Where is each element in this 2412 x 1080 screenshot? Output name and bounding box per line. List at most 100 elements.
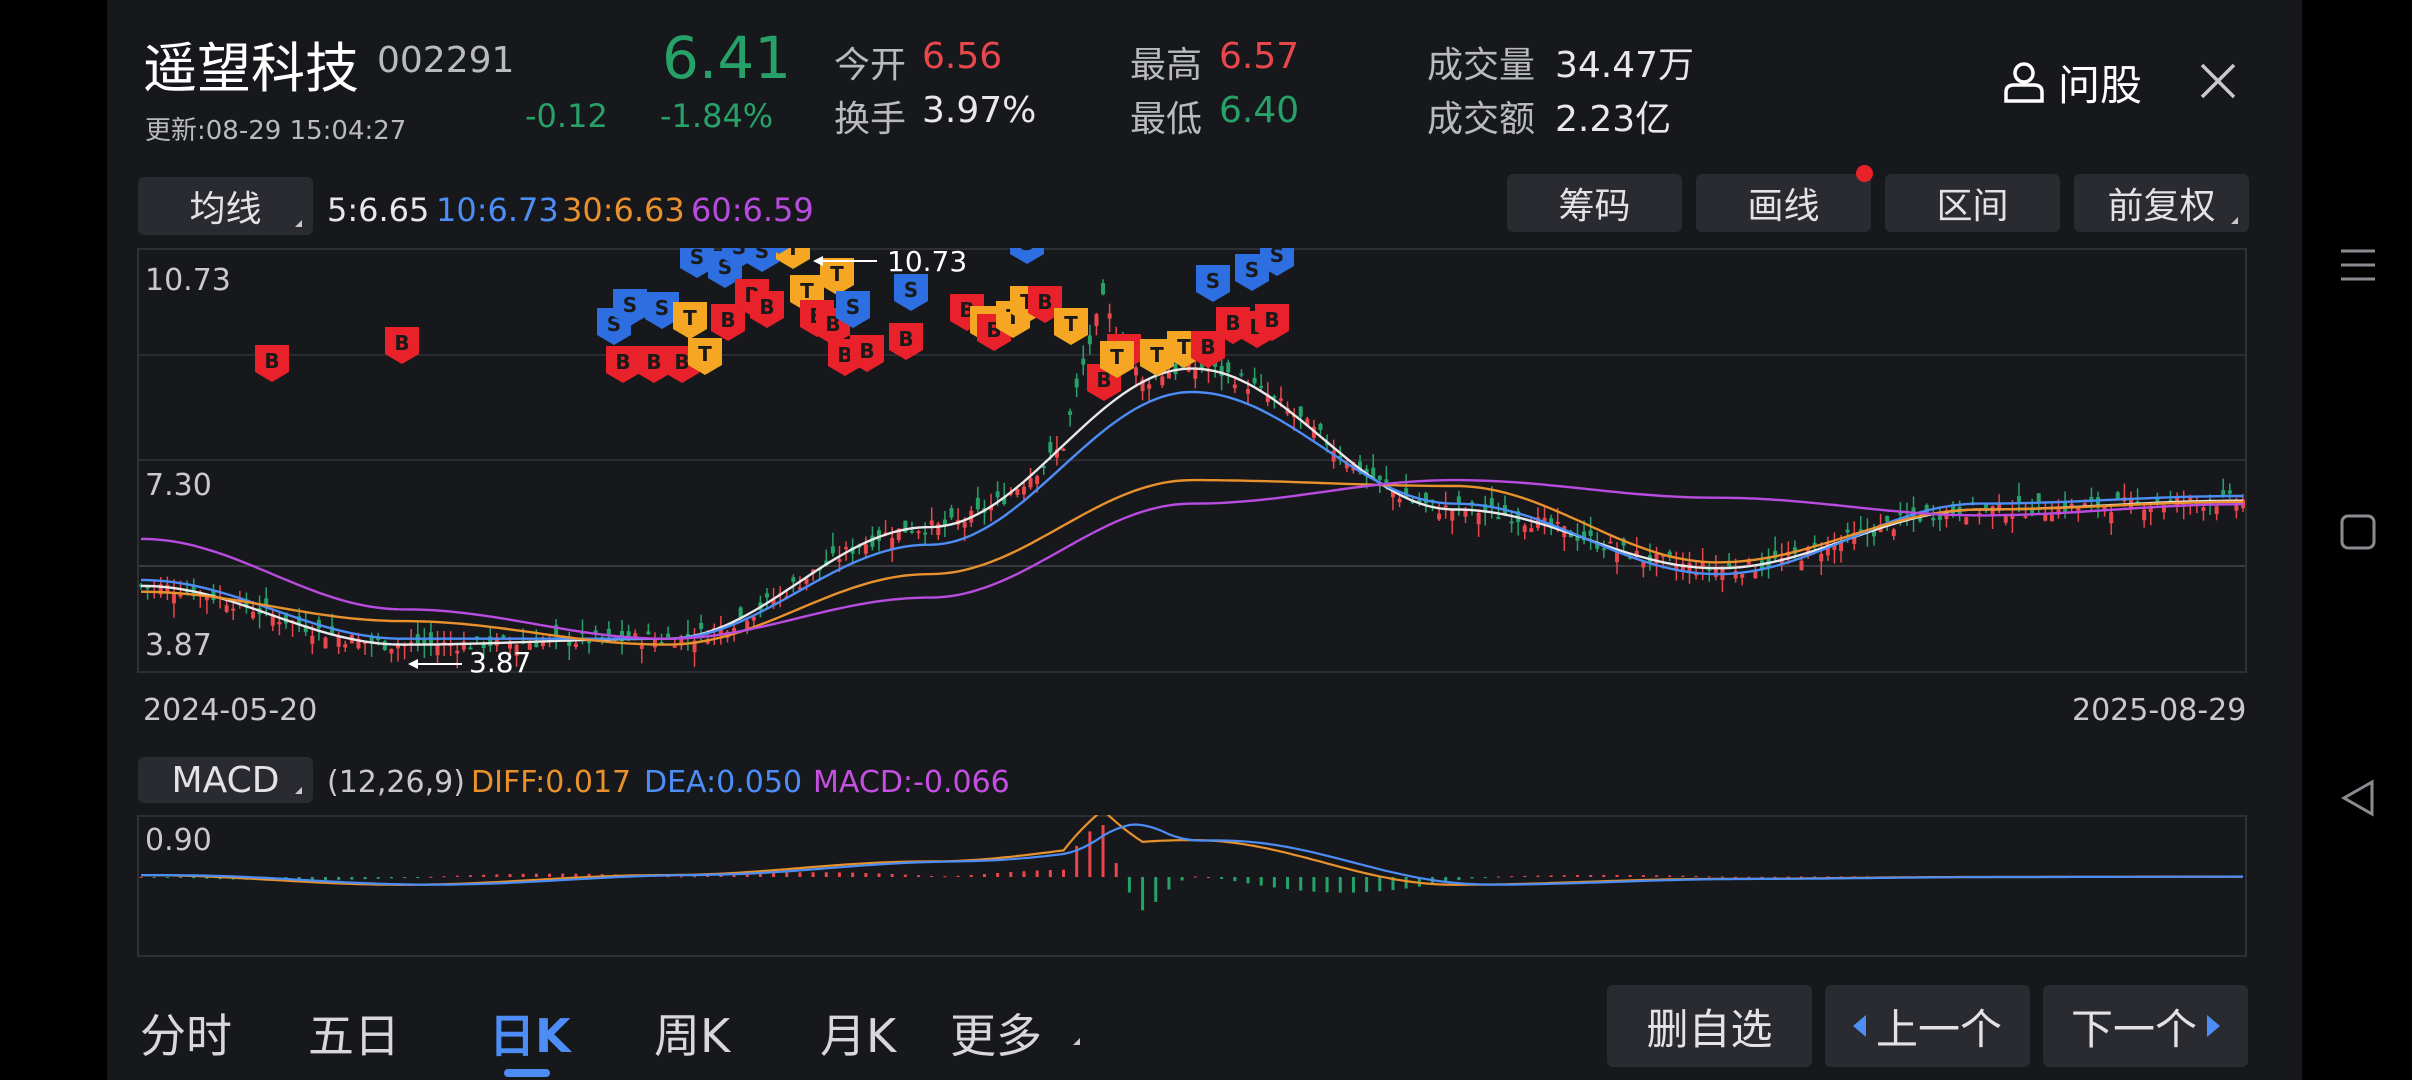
macd-bar: [1655, 875, 1659, 877]
chips-button[interactable]: 筹码: [1507, 174, 1682, 232]
open-value: 6.56: [922, 36, 1003, 77]
macd-bar: [1062, 869, 1066, 877]
candle-body: [501, 635, 506, 638]
stock-code: 002291: [377, 40, 515, 81]
range-button[interactable]: 区间: [1885, 174, 2060, 232]
macd-bar: [1773, 876, 1777, 878]
macd-bar: [508, 874, 512, 877]
candle-body: [1463, 510, 1468, 517]
end-date: 2025-08-29: [2072, 693, 2247, 728]
price-change-pct: -1.84%: [660, 97, 774, 135]
marker-label: B: [720, 308, 735, 332]
candle-body: [1740, 574, 1745, 578]
ask-stock-button[interactable]: 问股: [2000, 54, 2142, 110]
macd-bar: [1483, 877, 1487, 878]
macd-bar: [1378, 877, 1382, 892]
marker-label: B: [264, 349, 279, 373]
chips-label: 筹码: [1558, 186, 1631, 227]
low-label: 最低: [1130, 99, 1203, 140]
candle-body: [1476, 512, 1481, 525]
candle-body: [1160, 376, 1165, 386]
close-icon[interactable]: [2197, 60, 2239, 102]
candle-body: [310, 635, 315, 644]
macd-bar: [772, 872, 776, 877]
draw-line-button[interactable]: 画线: [1696, 174, 1871, 232]
next-button[interactable]: 下一个: [2043, 985, 2248, 1067]
menu-icon[interactable]: [2338, 245, 2378, 285]
macd-bar: [1786, 876, 1790, 878]
macd-bar: [1127, 877, 1131, 893]
candle-body: [587, 641, 592, 644]
candle-body: [1496, 517, 1501, 520]
candle-body: [1074, 378, 1079, 388]
tab-month-k[interactable]: 月K: [820, 1000, 896, 1066]
macd-bar: [1694, 876, 1698, 878]
tab-five-day[interactable]: 五日: [308, 1000, 400, 1066]
marker-label: S: [1206, 269, 1220, 293]
next-label: 下一个: [2070, 1004, 2197, 1054]
dropdown-corner-icon: [295, 787, 302, 794]
remove-watchlist-button[interactable]: 删自选: [1607, 985, 1812, 1067]
macd-bar: [1404, 877, 1408, 889]
marker-label: B: [1264, 308, 1279, 332]
candle-body: [1522, 525, 1527, 533]
macd-selector[interactable]: MACD: [138, 757, 313, 803]
candlestick-chart[interactable]: BBBBBSSSTTSSSSTSSBTTBBBBBBBSSSBBTBTTBTSB…: [137, 248, 2247, 673]
stock-name: 遥望科技: [143, 37, 359, 100]
marker-label: B: [898, 327, 913, 351]
marker-label: B: [1225, 311, 1240, 335]
candle-body: [975, 497, 980, 510]
candle-body: [699, 623, 704, 629]
macd-bar: [1734, 876, 1738, 878]
macd-bar: [1286, 877, 1290, 890]
previous-button[interactable]: 上一个: [1825, 985, 2030, 1067]
macd-bar: [798, 872, 802, 877]
marker-label: S: [623, 293, 637, 317]
macd-bar: [943, 876, 947, 878]
marker-label: T: [1110, 345, 1124, 369]
candle-body: [909, 530, 914, 533]
ma-selector[interactable]: 均线: [138, 177, 313, 235]
tab-day-k[interactable]: 日K: [489, 1000, 571, 1066]
marker-label: T: [683, 306, 697, 330]
macd-bar: [179, 877, 183, 878]
tab-more[interactable]: 更多: [950, 1000, 1042, 1066]
open-label: 今开: [834, 45, 907, 86]
marker-label: T: [800, 279, 814, 303]
candle-body: [1133, 367, 1138, 376]
tab-intraday[interactable]: 分时: [140, 1000, 232, 1066]
candle-body: [2214, 506, 2219, 515]
candle-body: [1239, 373, 1244, 376]
macd-bar: [1681, 875, 1685, 877]
marker-label: S: [846, 295, 860, 319]
macd-params: (12,26,9): [327, 765, 465, 800]
candle-body: [1964, 517, 1969, 525]
back-icon[interactable]: [2338, 778, 2378, 818]
candle-body: [1094, 314, 1099, 326]
macd-bar: [982, 874, 986, 877]
candle-body: [336, 636, 341, 647]
range-label: 区间: [1936, 186, 2009, 227]
tab-week-k[interactable]: 周K: [654, 1000, 730, 1066]
macd-chart[interactable]: 0.90: [137, 815, 2247, 957]
home-icon[interactable]: [2338, 512, 2378, 552]
macd-axis-top: 0.90: [145, 823, 212, 858]
macd-bar: [1114, 863, 1118, 877]
ma60-value: 60:6.59: [691, 191, 814, 229]
adjust-button[interactable]: 前复权: [2074, 174, 2249, 232]
candle-body: [1246, 389, 1251, 394]
marker-label: B: [1037, 290, 1052, 314]
macd-bar: [1325, 877, 1329, 893]
macd-diff: DIFF:0.017: [471, 765, 632, 800]
candle-body: [1048, 441, 1053, 453]
marker-label: S: [1020, 248, 1034, 255]
candle-body: [1799, 560, 1804, 571]
macd-bar: [930, 875, 934, 877]
start-date: 2024-05-20: [143, 693, 318, 728]
notification-dot: [1856, 165, 1873, 182]
dropdown-corner-icon: [1073, 1038, 1080, 1045]
macd-bar: [956, 875, 960, 877]
candle-body: [791, 577, 796, 582]
candle-body: [2142, 509, 2147, 521]
candle-body: [666, 633, 671, 638]
